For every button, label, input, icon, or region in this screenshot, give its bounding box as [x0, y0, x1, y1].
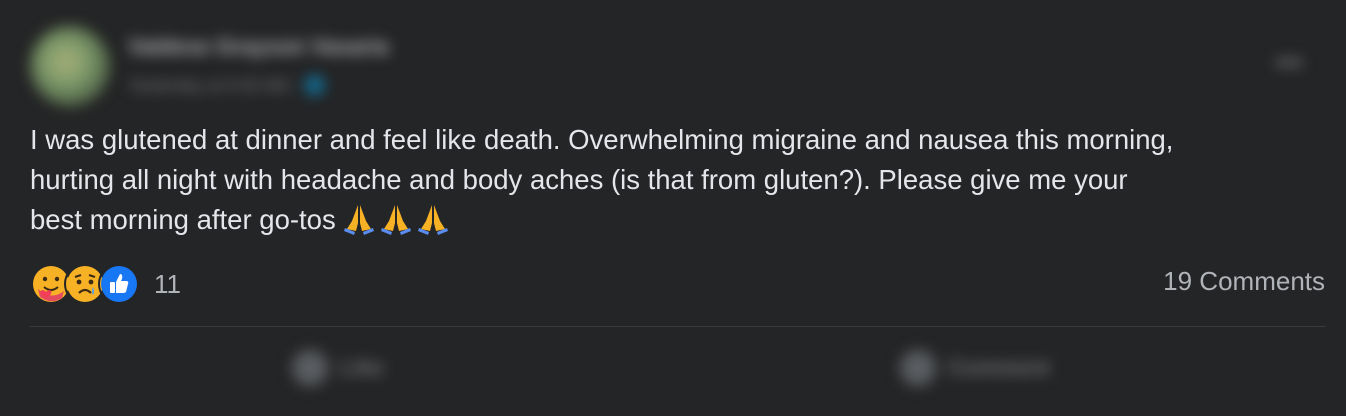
post-body: I was glutened at dinner and feel like d…: [30, 120, 1330, 240]
reaction-count: 11: [154, 268, 181, 299]
like-reaction-icon: [98, 263, 140, 305]
like-button[interactable]: Like: [292, 346, 384, 390]
post-timestamp[interactable]: Yesterday at 9:30 AM · 🌐: [128, 76, 325, 96]
comment-label: Comment: [948, 355, 1050, 380]
post-card: Valdese Grayson Vasaria Yesterday at 9:3…: [0, 0, 1346, 416]
reaction-summary[interactable]: 11: [30, 263, 181, 305]
folded-hands-emoji: [380, 205, 411, 235]
comment-button[interactable]: Comment: [900, 346, 1049, 390]
comments-count-link[interactable]: 19 Comments: [1163, 266, 1325, 297]
folded-hands-emoji: [417, 205, 448, 235]
more-options-icon[interactable]: •••: [1268, 48, 1310, 76]
like-label: Like: [340, 355, 385, 380]
comment-bubble-icon: [900, 350, 936, 386]
thumbs-up-icon: [292, 350, 328, 386]
author-name[interactable]: Valdese Grayson Vasaria: [128, 34, 389, 60]
action-divider: [30, 326, 1326, 327]
author-avatar[interactable]: [30, 26, 110, 106]
post-text: I was glutened at dinner and feel like d…: [30, 124, 1174, 235]
folded-hands-emoji: [343, 205, 374, 235]
folded-hands-emojis: [342, 201, 450, 235]
